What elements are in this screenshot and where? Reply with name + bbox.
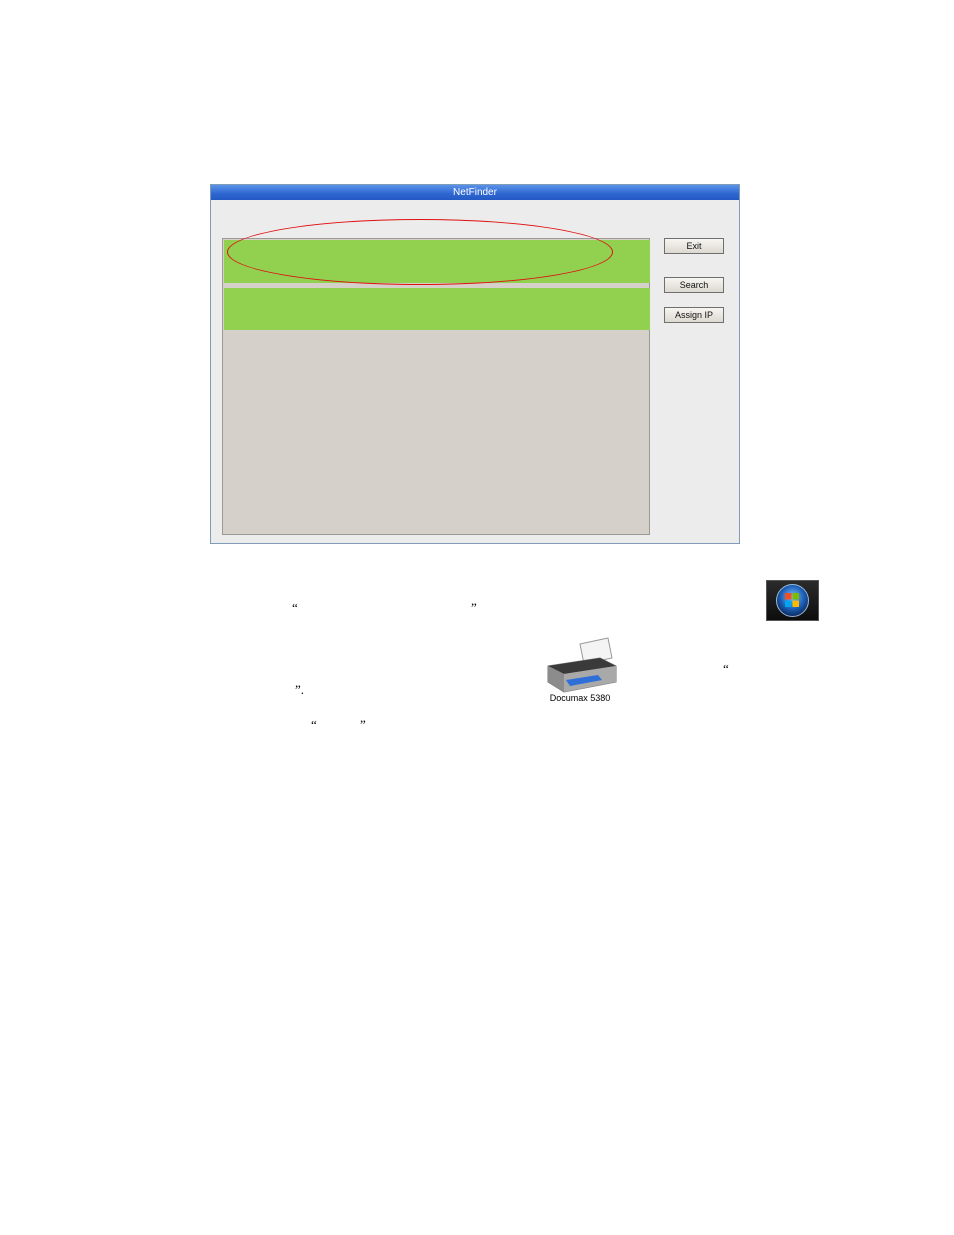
close-quote-3: ” (360, 717, 366, 732)
window-title: NetFinder (211, 185, 739, 200)
netfinder-window: NetFinder Exit Search Assign IP (210, 184, 740, 544)
close-quote-2: ”. (295, 682, 305, 697)
close-quote-1: ” (471, 600, 477, 615)
assign-ip-button[interactable]: Assign IP (664, 307, 724, 323)
open-quote-1: “ (292, 600, 298, 615)
windows-logo-icon (776, 584, 809, 617)
list-item[interactable] (224, 240, 650, 283)
open-quote-3: “ (311, 717, 317, 732)
printer-icon[interactable] (540, 636, 620, 694)
windows-start-orb-icon (766, 580, 819, 621)
open-quote-2: “ (723, 661, 729, 676)
printer-label: Documax 5380 (549, 693, 611, 703)
list-item[interactable] (224, 288, 650, 330)
exit-button[interactable]: Exit (664, 238, 724, 254)
device-list[interactable] (222, 238, 650, 535)
search-button[interactable]: Search (664, 277, 724, 293)
